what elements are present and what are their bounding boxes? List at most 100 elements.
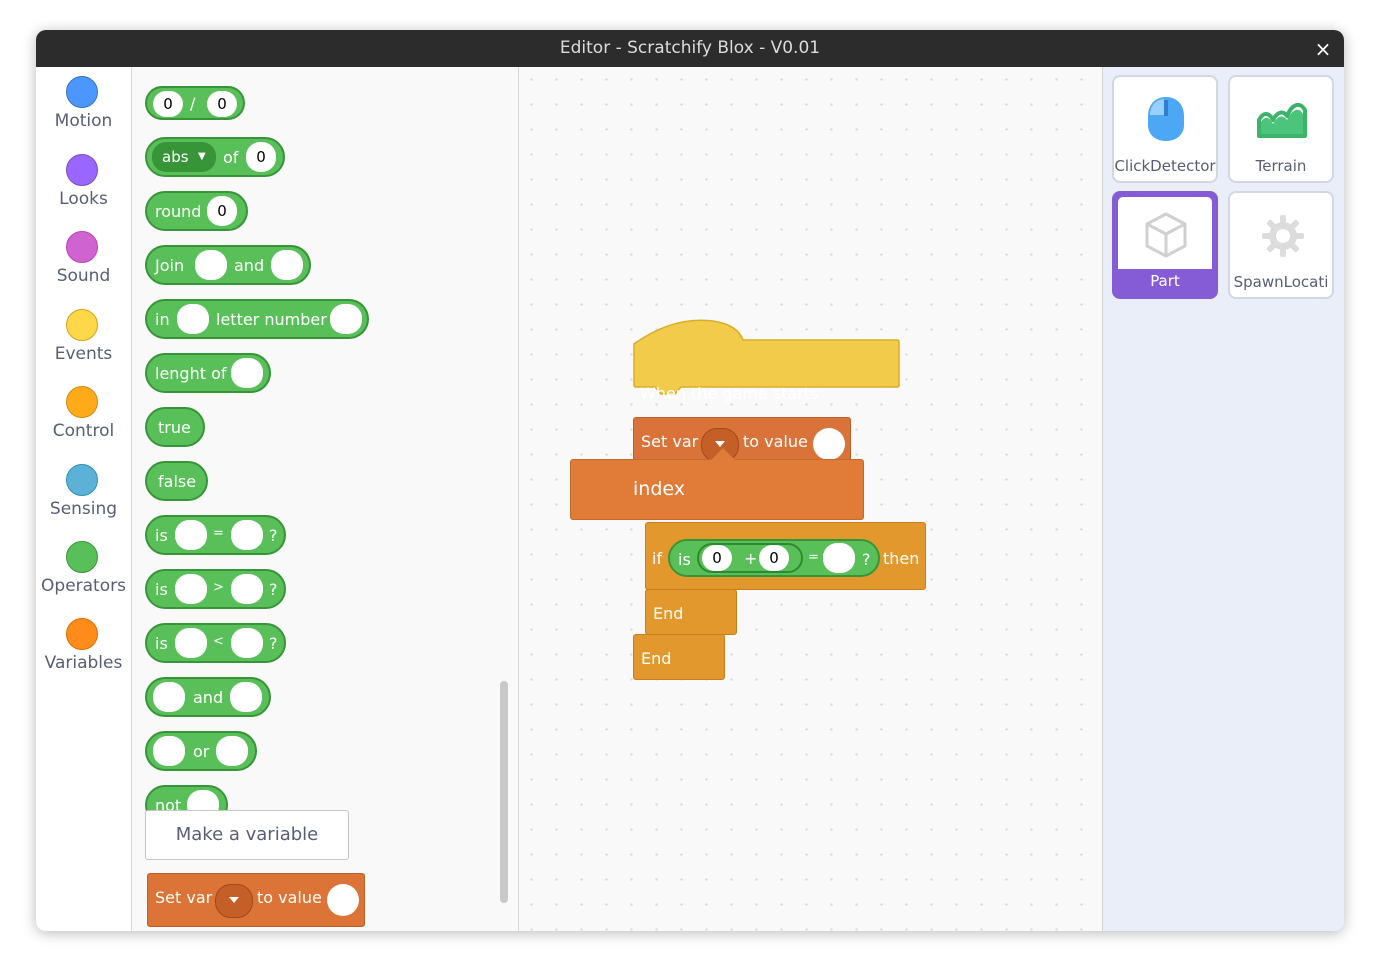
equals-condition[interactable]: is 0 + 0 = ? bbox=[668, 539, 880, 577]
true-block[interactable]: true bbox=[145, 407, 205, 447]
false-block[interactable]: false bbox=[145, 461, 208, 501]
operator-label: > bbox=[213, 580, 224, 595]
category-label: Looks bbox=[59, 189, 108, 209]
object-thumbnail bbox=[1118, 197, 1212, 269]
block-word: Set var bbox=[155, 888, 213, 907]
object-card-spawnlocation[interactable]: SpawnLocati bbox=[1228, 191, 1334, 299]
category-operators[interactable]: Operators bbox=[36, 541, 131, 611]
spawn-gear-icon bbox=[1262, 215, 1304, 257]
category-sensing[interactable]: Sensing bbox=[36, 464, 131, 534]
value-slot[interactable] bbox=[216, 736, 248, 766]
value-slot[interactable]: 0 bbox=[246, 142, 276, 172]
operator-label: < bbox=[213, 634, 224, 649]
value-slot[interactable] bbox=[231, 628, 263, 658]
value-slot[interactable] bbox=[195, 250, 227, 280]
terrain-icon bbox=[1257, 102, 1307, 138]
category-looks[interactable]: Looks bbox=[36, 154, 131, 224]
value-slot[interactable] bbox=[153, 682, 185, 712]
value-slot[interactable]: 0 bbox=[207, 91, 237, 117]
category-variables[interactable]: Variables bbox=[36, 618, 131, 688]
letter-number-block[interactable]: in letter number bbox=[145, 299, 369, 339]
round-block[interactable]: round 0 bbox=[145, 191, 248, 231]
palette-scrollbar[interactable] bbox=[500, 681, 508, 903]
chevron-down-icon bbox=[229, 897, 239, 903]
function-dropdown[interactable]: abs ▼ bbox=[152, 142, 216, 172]
greater-than-block[interactable]: is > ? bbox=[145, 569, 286, 609]
object-card-clickdetector[interactable]: ClickDetector bbox=[1112, 75, 1218, 183]
dropdown-value: abs bbox=[162, 148, 189, 166]
block-word: in bbox=[155, 310, 170, 329]
block-word: false bbox=[158, 472, 197, 491]
sensing-dot-icon bbox=[66, 464, 98, 496]
variable-dropdown[interactable] bbox=[215, 884, 253, 918]
value-slot[interactable]: 0 bbox=[207, 196, 237, 226]
value-slot[interactable] bbox=[230, 682, 262, 712]
value-slot[interactable] bbox=[175, 628, 207, 658]
value-slot[interactable] bbox=[231, 358, 263, 388]
category-label: Control bbox=[52, 421, 115, 441]
length-of-block[interactable]: lenght of bbox=[145, 353, 271, 393]
value-slot[interactable] bbox=[330, 304, 362, 334]
block-word: and bbox=[193, 688, 224, 707]
block-word: true bbox=[158, 418, 191, 437]
block-word: ? bbox=[269, 580, 278, 599]
block-word: End bbox=[641, 649, 672, 668]
window-title: Editor - Scratchify Blox - V0.01 bbox=[559, 38, 821, 58]
make-variable-button[interactable]: Make a variable bbox=[145, 810, 349, 860]
block-word: round bbox=[155, 202, 202, 221]
chevron-down-icon: ▼ bbox=[198, 151, 206, 162]
value-slot[interactable] bbox=[813, 428, 845, 460]
block-word: and bbox=[234, 256, 265, 275]
value-slot[interactable] bbox=[231, 574, 263, 604]
variable-dropdown-menu: index bbox=[570, 448, 864, 520]
script-canvas[interactable]: When the game starts Set var to value if… bbox=[519, 67, 1101, 931]
object-card-part[interactable]: Part bbox=[1112, 191, 1218, 299]
block-word: then bbox=[883, 549, 920, 568]
set-var-block[interactable]: Set var to value bbox=[147, 873, 365, 927]
value-slot[interactable]: 0 bbox=[759, 545, 789, 571]
block-word: lenght of bbox=[155, 364, 227, 383]
events-dot-icon bbox=[66, 309, 98, 341]
value-slot[interactable]: 0 bbox=[702, 545, 732, 571]
join-block[interactable]: Join and bbox=[145, 245, 311, 285]
and-block[interactable]: and bbox=[145, 677, 271, 717]
value-slot[interactable] bbox=[327, 884, 359, 916]
value-slot[interactable] bbox=[153, 736, 185, 766]
value-slot[interactable] bbox=[177, 304, 209, 334]
category-control[interactable]: Control bbox=[36, 386, 131, 456]
value-slot[interactable]: 0 bbox=[153, 91, 183, 117]
or-block[interactable]: or bbox=[145, 731, 257, 771]
end-block[interactable]: End bbox=[633, 634, 725, 680]
category-label: Events bbox=[54, 344, 113, 364]
category-sound[interactable]: Sound bbox=[36, 231, 131, 301]
end-block[interactable]: End bbox=[645, 589, 737, 635]
category-label: Sensing bbox=[49, 499, 118, 519]
chevron-down-icon bbox=[715, 441, 725, 447]
menu-item-index[interactable]: index bbox=[633, 478, 685, 500]
block-word: is bbox=[155, 634, 168, 653]
divide-block[interactable]: 0 / 0 bbox=[145, 86, 245, 120]
equals-block[interactable]: is = ? bbox=[145, 515, 286, 555]
block-word: is bbox=[155, 580, 168, 599]
value-slot[interactable] bbox=[823, 543, 855, 573]
value-slot[interactable] bbox=[175, 520, 207, 550]
add-operator[interactable]: 0 + 0 bbox=[697, 543, 803, 573]
category-events[interactable]: Events bbox=[36, 309, 131, 379]
block-word: to value bbox=[257, 888, 322, 907]
object-panel: ClickDetector Terrain Part SpawnLocati bbox=[1102, 67, 1344, 931]
value-slot[interactable] bbox=[231, 520, 263, 550]
category-motion[interactable]: Motion bbox=[36, 76, 131, 146]
close-icon[interactable]: × bbox=[1310, 36, 1336, 62]
if-block[interactable]: if is 0 + 0 = ? then bbox=[645, 522, 926, 590]
object-name: SpawnLocati bbox=[1233, 273, 1329, 291]
abs-of-block[interactable]: abs ▼ of 0 bbox=[145, 137, 285, 177]
less-than-block[interactable]: is < ? bbox=[145, 623, 286, 663]
block-word: ? bbox=[862, 550, 871, 569]
value-slot[interactable] bbox=[271, 250, 303, 280]
category-label: Operators bbox=[41, 576, 126, 596]
category-label: Sound bbox=[56, 266, 111, 286]
object-card-terrain[interactable]: Terrain bbox=[1228, 75, 1334, 183]
menu-pointer bbox=[711, 448, 735, 460]
mouse-icon bbox=[1148, 97, 1184, 141]
value-slot[interactable] bbox=[175, 574, 207, 604]
